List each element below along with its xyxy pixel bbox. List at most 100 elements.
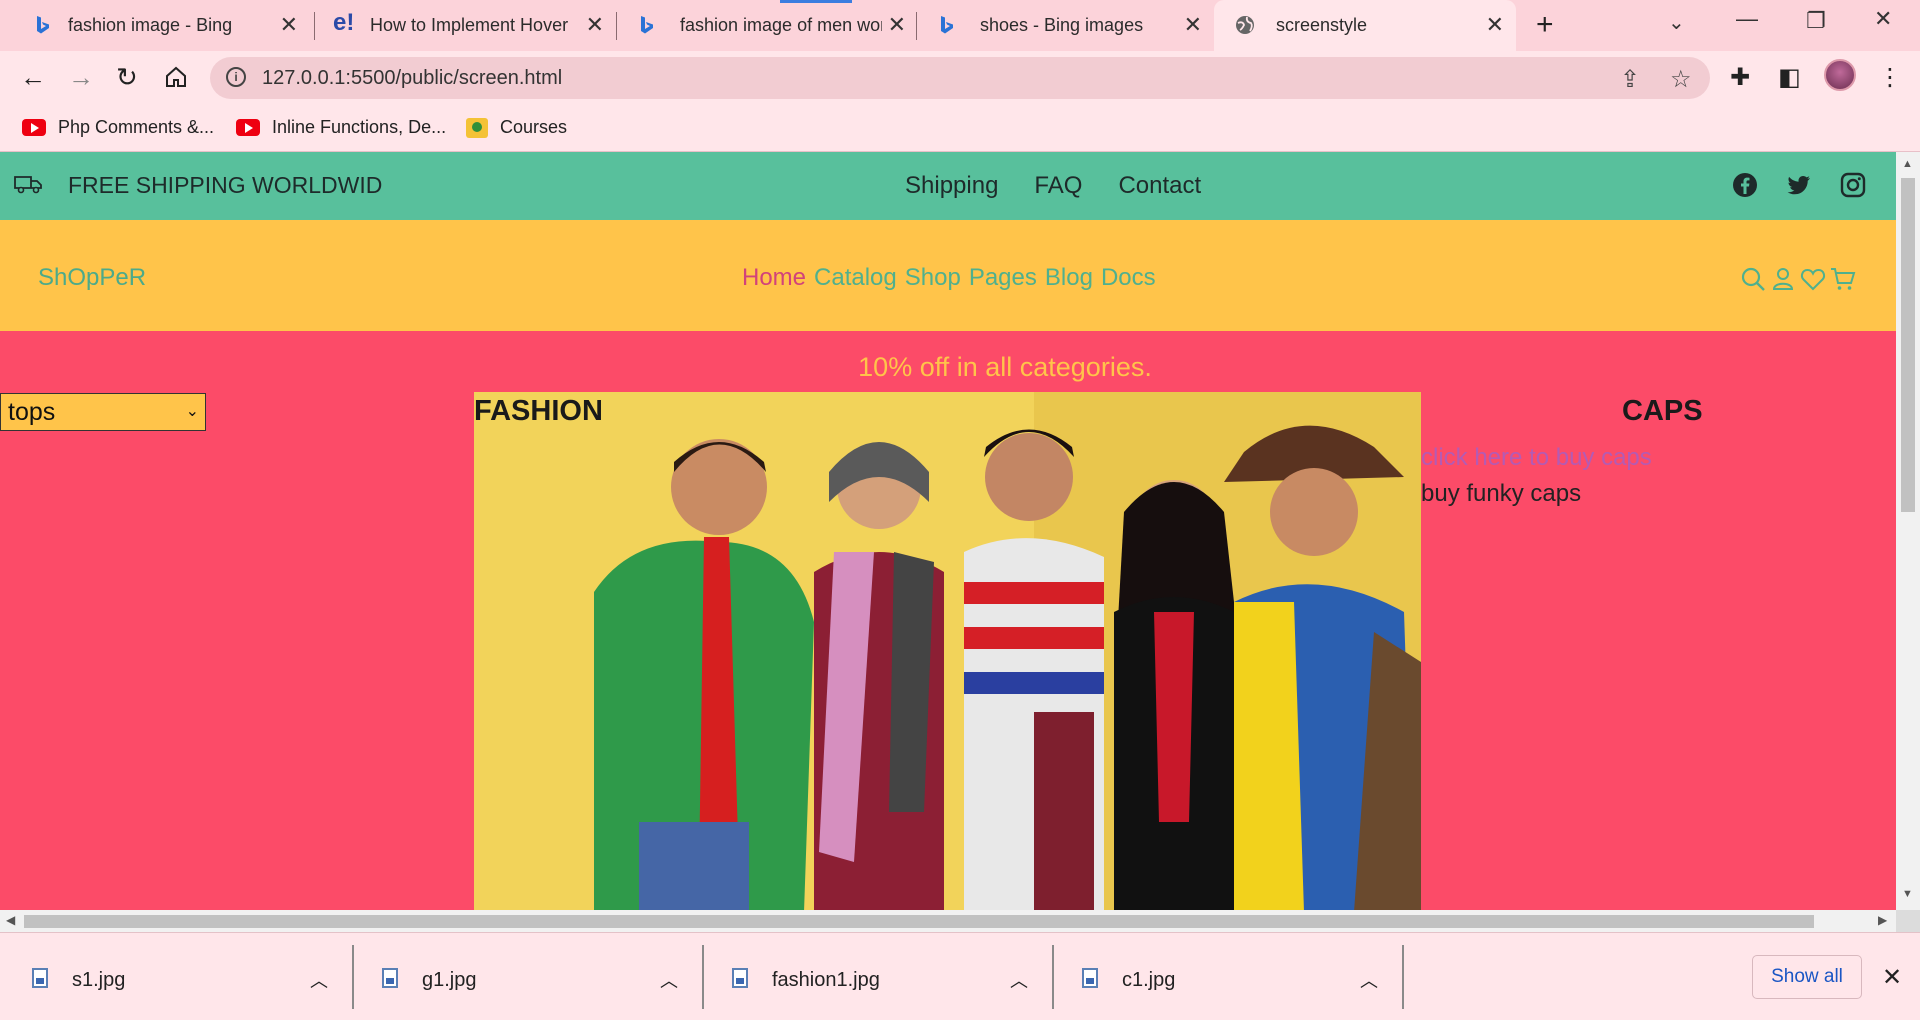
close-icon[interactable]: ✕ <box>888 14 906 36</box>
bookmarks-bar: Php Comments &... Inline Functions, De..… <box>0 105 1920 152</box>
shipping-link[interactable]: Shipping <box>905 172 998 200</box>
scroll-right-arrow[interactable]: ▶ <box>1878 913 1887 927</box>
chevron-up-icon[interactable]: ︿ <box>660 967 678 993</box>
faq-link[interactable]: FAQ <box>1034 172 1082 200</box>
download-filename: s1.jpg <box>72 969 126 991</box>
minimize-button[interactable]: — <box>1736 6 1758 32</box>
bing-icon <box>37 16 49 34</box>
show-all-button[interactable]: Show all <box>1752 955 1862 999</box>
horizontal-scrollbar[interactable]: ◀ ▶ <box>0 910 1896 932</box>
download-filename: fashion1.jpg <box>772 969 880 991</box>
twitter-icon[interactable] <box>1786 172 1812 198</box>
tab-title: screenstyle <box>1276 15 1368 35</box>
nav-docs[interactable]: Docs <box>1101 264 1156 292</box>
download-item[interactable]: c1.jpg ︿ <box>1050 933 1400 1020</box>
caps-description: buy funky caps <box>1421 480 1582 507</box>
topbar-links: Shipping FAQ Contact <box>905 172 1201 200</box>
scroll-down-arrow[interactable]: ▼ <box>1902 888 1913 900</box>
scroll-left-arrow[interactable]: ◀ <box>6 913 15 927</box>
vertical-scrollbar[interactable]: ▲ ▼ <box>1896 152 1920 910</box>
restore-button[interactable]: ❐ <box>1806 8 1826 34</box>
cart-icon[interactable] <box>1830 266 1856 292</box>
chevron-up-icon[interactable]: ︿ <box>310 967 328 993</box>
nav-catalog[interactable]: Catalog <box>814 264 897 292</box>
close-icon[interactable]: ✕ <box>1882 963 1902 992</box>
tab-strip: fashion image - Bing images ✕ e! How to … <box>0 0 1920 51</box>
globe-icon <box>1236 16 1254 34</box>
back-button[interactable]: ← <box>20 63 46 91</box>
contact-link[interactable]: Contact <box>1118 172 1201 200</box>
image-file-icon <box>732 968 748 988</box>
bookmark-item[interactable]: Courses <box>466 117 567 138</box>
close-icon[interactable]: ✕ <box>1184 14 1202 36</box>
fashion-image <box>474 392 1421 910</box>
menu-icon[interactable]: ⋮ <box>1878 63 1902 92</box>
site-info-icon[interactable]: i <box>226 67 246 87</box>
download-item[interactable]: g1.jpg ︿ <box>350 933 700 1020</box>
page-viewport: FREE SHIPPING WORLDWID Shipping FAQ Cont… <box>0 152 1896 910</box>
download-divider <box>1402 945 1404 1009</box>
close-icon[interactable]: ✕ <box>586 14 604 36</box>
educba-icon: e! <box>333 9 355 36</box>
tab-1[interactable]: fashion image - Bing images ✕ <box>0 0 310 51</box>
tab-search-icon[interactable]: ⌄ <box>1668 10 1685 35</box>
tab-divider <box>916 12 917 40</box>
buy-caps-link[interactable]: click here to buy caps <box>1421 444 1652 472</box>
brand-logo[interactable]: ShOpPeR <box>38 264 146 292</box>
scrollbar-corner <box>1896 910 1920 932</box>
share-icon[interactable]: ⇪ <box>1620 65 1640 94</box>
download-item[interactable]: fashion1.jpg ︿ <box>700 933 1050 1020</box>
user-icon[interactable] <box>1770 266 1796 292</box>
nav-shop[interactable]: Shop <box>905 264 961 292</box>
extensions-icon[interactable]: ✚ <box>1730 63 1750 92</box>
download-filename: c1.jpg <box>1122 969 1176 991</box>
new-tab-button[interactable]: + <box>1536 10 1554 40</box>
search-icon[interactable] <box>1740 266 1766 292</box>
download-filename: g1.jpg <box>422 969 477 991</box>
image-file-icon <box>1082 968 1098 988</box>
tab-title: shoes - Bing images <box>980 15 1144 35</box>
horizontal-scroll-thumb[interactable] <box>24 915 1814 928</box>
instagram-icon[interactable] <box>1840 172 1866 198</box>
vertical-scroll-thumb[interactable] <box>1901 178 1915 512</box>
caps-heading: CAPS <box>1622 395 1703 427</box>
bookmark-item[interactable]: Inline Functions, De... <box>236 117 446 138</box>
truck-icon <box>14 176 42 194</box>
bookmark-star-icon[interactable]: ☆ <box>1670 65 1692 94</box>
close-window-button[interactable]: ✕ <box>1874 6 1892 32</box>
tab-title: fashion image - Bing images <box>68 15 233 35</box>
tab-divider <box>616 12 617 40</box>
fashion-heading: FASHION <box>474 395 603 427</box>
scroll-up-arrow[interactable]: ▲ <box>1902 158 1913 170</box>
fashion-group-photo <box>474 392 1421 910</box>
chevron-up-icon[interactable]: ︿ <box>1010 967 1028 993</box>
reload-button[interactable]: ↻ <box>116 63 138 91</box>
address-bar[interactable]: i 127.0.0.1:5500/public/screen.html ⇪ ☆ <box>210 57 1710 99</box>
facebook-icon[interactable] <box>1732 172 1758 198</box>
home-icon[interactable] <box>164 65 188 89</box>
bookmark-item[interactable]: Php Comments &... <box>22 117 214 138</box>
tab-4[interactable]: shoes - Bing images ✕ <box>918 0 1214 51</box>
tab-divider <box>314 12 315 40</box>
close-icon[interactable]: ✕ <box>280 14 298 36</box>
address-url[interactable]: 127.0.0.1:5500/public/screen.html <box>262 67 562 90</box>
category-select[interactable]: tops ⌄ <box>0 393 206 431</box>
tab-2[interactable]: e! How to Implement Hover Effects ✕ <box>316 0 616 51</box>
nav-pages[interactable]: Pages <box>969 264 1037 292</box>
tab-3[interactable]: fashion image of men women ✕ <box>618 0 918 51</box>
download-item[interactable]: s1.jpg ︿ <box>0 933 350 1020</box>
nav-blog[interactable]: Blog <box>1045 264 1093 292</box>
bookmark-label: Inline Functions, De... <box>272 117 447 137</box>
nav-home[interactable]: Home <box>742 264 806 292</box>
forward-button[interactable]: → <box>68 63 94 91</box>
youtube-icon <box>236 119 260 136</box>
close-icon[interactable]: ✕ <box>1486 14 1504 36</box>
profile-avatar[interactable] <box>1824 59 1856 91</box>
classroom-icon <box>466 117 488 138</box>
bookmark-label: Courses <box>500 117 568 137</box>
side-panel-icon[interactable]: ◧ <box>1778 63 1801 92</box>
tab-active[interactable]: screenstyle ✕ <box>1214 0 1516 51</box>
chevron-up-icon[interactable]: ︿ <box>1360 967 1378 993</box>
bing-icon <box>641 16 653 34</box>
heart-icon[interactable] <box>1800 266 1826 292</box>
